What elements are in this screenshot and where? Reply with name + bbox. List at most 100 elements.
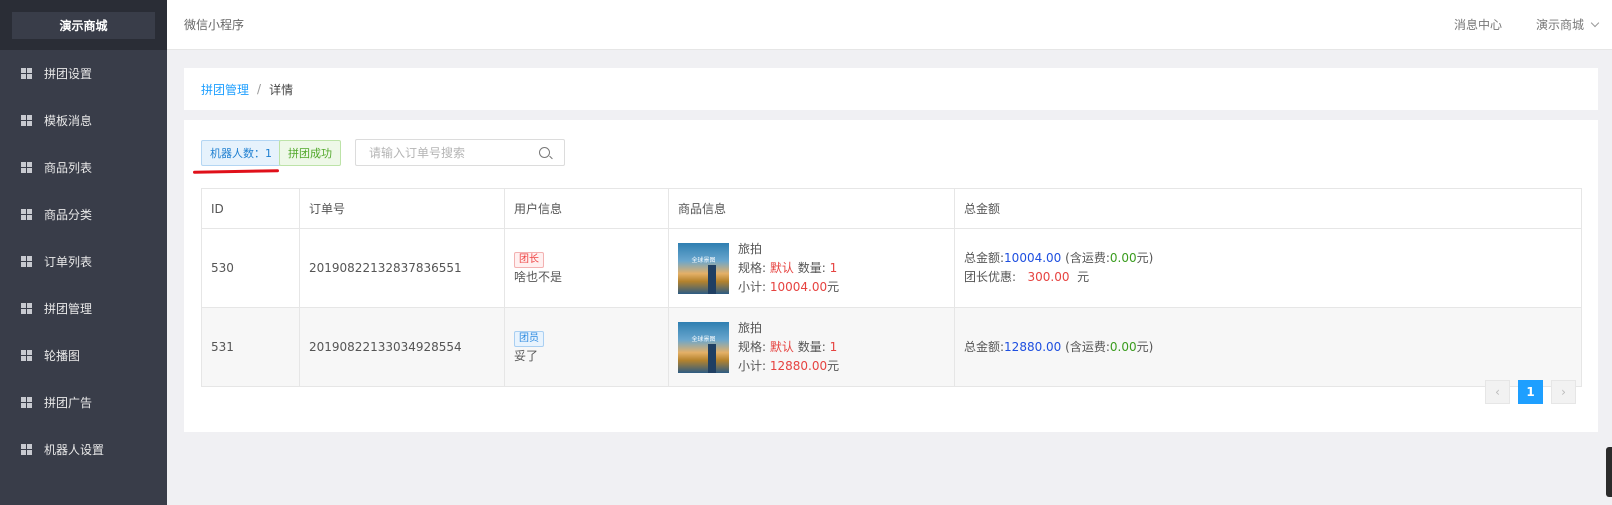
top-header: 微信小程序 消息中心 演示商城 [167,0,1612,50]
product-thumbnail: 全球景图 [678,321,729,373]
next-page-button[interactable]: › [1551,380,1576,404]
sidebar-item-product-categories[interactable]: 商品分类 [0,191,167,238]
cell-product-info: 全球景图 旅拍 规格: 默认 数量: 1 小计: [668,307,955,387]
sidebar-item-group-management[interactable]: 拼团管理 [0,285,167,332]
search-icon[interactable] [539,147,550,158]
shipping-label: (含运费: [1065,251,1110,265]
grid-icon [21,209,32,220]
sidebar-item-product-list[interactable]: 商品列表 [0,144,167,191]
qty-label: 数量: [797,260,826,275]
detail-panel: 机器人数：1 拼团成功 ID 订单号 用户信息 商品信息 总金额 530 201… [184,120,1598,432]
grid-icon [21,256,32,267]
red-underline-annotation [192,169,280,174]
leader-discount-label: 团长优惠: [964,270,1017,284]
order-search-input[interactable] [356,140,539,165]
shipping-suffix: 元) [1136,339,1154,354]
sidebar-item-group-ads[interactable]: 拼团广告 [0,379,167,426]
sidebar-item-label: 轮播图 [44,349,81,363]
column-header-user-info: 用户信息 [504,188,669,229]
thumbnail-caption: 全球景图 [691,256,716,264]
grid-icon [21,444,32,455]
user-name: 妥了 [514,349,539,363]
sidebar-item-order-list[interactable]: 订单列表 [0,238,167,285]
total-label: 总金额: [964,339,1005,354]
sidebar-item-label: 商品分类 [44,208,93,222]
grid-icon [21,397,32,408]
qty-value: 1 [829,339,838,354]
breadcrumb-parent-link[interactable]: 拼团管理 [201,81,249,98]
role-badge: 团长 [514,252,544,268]
leader-discount-value: 300.00 [1027,270,1070,284]
cell-total: 总金额:10004.00 (含运费:0.00元) 团长优惠: 300.00 元 [954,228,1582,308]
cell-user-info: 团员 妥了 [504,307,669,387]
order-search-box [355,139,565,166]
sidebar-item-group-settings[interactable]: 拼团设置 [0,50,167,97]
sidebar-item-carousel[interactable]: 轮播图 [0,332,167,379]
sidebar-item-template-messages[interactable]: 模板消息 [0,97,167,144]
currency-unit: 元 [827,358,840,373]
sidebar-item-label: 模板消息 [44,114,93,128]
sidebar-item-label: 机器人设置 [44,443,105,457]
header-right: 消息中心 演示商城 [1420,16,1612,33]
pagination: ‹ 1 › [1477,380,1576,404]
sidebar-item-label: 拼团管理 [44,302,93,316]
page-number-current[interactable]: 1 [1518,380,1543,404]
sidebar: 演示商城 拼团设置 模板消息 商品列表 商品分类 订单列表 拼团管理 轮播图 拼… [0,0,167,505]
subtotal-value: 12880.00 [769,358,828,373]
sidebar-item-label: 商品列表 [44,161,93,175]
subtotal-label: 小计: [738,358,767,373]
spec-label: 规格: [738,339,767,354]
spec-value: 默认 [769,260,794,275]
column-header-total: 总金额 [954,188,1582,229]
sidebar-item-label: 拼团广告 [44,396,93,410]
table-header-row: ID 订单号 用户信息 商品信息 总金额 [201,188,1582,229]
cell-order-no: 20190822132837836551 [299,228,505,308]
sidebar-item-label: 拼团设置 [44,67,93,81]
cell-order-no: 20190822133034928554 [299,307,505,387]
shipping-suffix: 元) [1136,251,1154,265]
scroll-handle[interactable] [1606,447,1612,497]
message-center-link[interactable]: 消息中心 [1454,16,1502,33]
grid-icon [21,115,32,126]
subtotal-value: 10004.00 [769,279,828,294]
role-badge: 团员 [514,331,544,347]
grid-icon [21,303,32,314]
total-value: 12880.00 [1004,339,1062,354]
column-header-id: ID [201,188,300,229]
product-thumbnail: 全球景图 [678,242,729,294]
sidebar-item-label: 订单列表 [44,255,93,269]
chevron-down-icon[interactable] [1590,18,1600,27]
cell-total: 总金额:12880.00 (含运费:0.00元) [954,307,1582,387]
group-success-tag[interactable]: 拼团成功 [279,140,341,166]
product-name: 旅拍 [738,241,763,256]
cell-id: 531 [201,307,300,387]
subtotal-label: 小计: [738,279,767,294]
qty-value: 1 [829,260,838,275]
qty-label: 数量: [797,339,826,354]
prev-page-button[interactable]: ‹ [1485,380,1510,404]
spec-label: 规格: [738,260,767,275]
total-value: 10004.00 [1004,251,1062,265]
sidebar-item-robot-settings[interactable]: 机器人设置 [0,426,167,473]
brand-logo[interactable]: 演示商城 [12,11,155,39]
grid-icon [21,350,32,361]
currency-unit: 元 [827,279,840,294]
shipping-value: 0.00 [1109,251,1137,265]
shipping-value: 0.00 [1109,339,1137,354]
brand-bar: 演示商城 [0,0,167,50]
table-row: 530 20190822132837836551 团长 啥也不是 全球景图 旅拍 [201,228,1582,308]
cell-product-info: 全球景图 旅拍 规格: 默认 数量: 1 小计: [668,228,955,308]
order-table: ID 订单号 用户信息 商品信息 总金额 530 201908221328378… [201,188,1582,387]
total-label: 总金额: [964,251,1005,265]
column-header-product-info: 商品信息 [668,188,955,229]
cell-id: 530 [201,228,300,308]
thumbnail-caption: 全球景图 [691,335,716,343]
breadcrumb: 拼团管理 / 详情 [184,68,1598,110]
account-menu[interactable]: 演示商城 [1536,16,1584,33]
spec-value: 默认 [769,339,794,354]
breadcrumb-separator: / [257,82,262,96]
user-name: 啥也不是 [514,270,563,284]
product-name: 旅拍 [738,320,763,335]
header-title: 微信小程序 [184,18,245,32]
robot-count-tag[interactable]: 机器人数：1 [201,140,281,166]
